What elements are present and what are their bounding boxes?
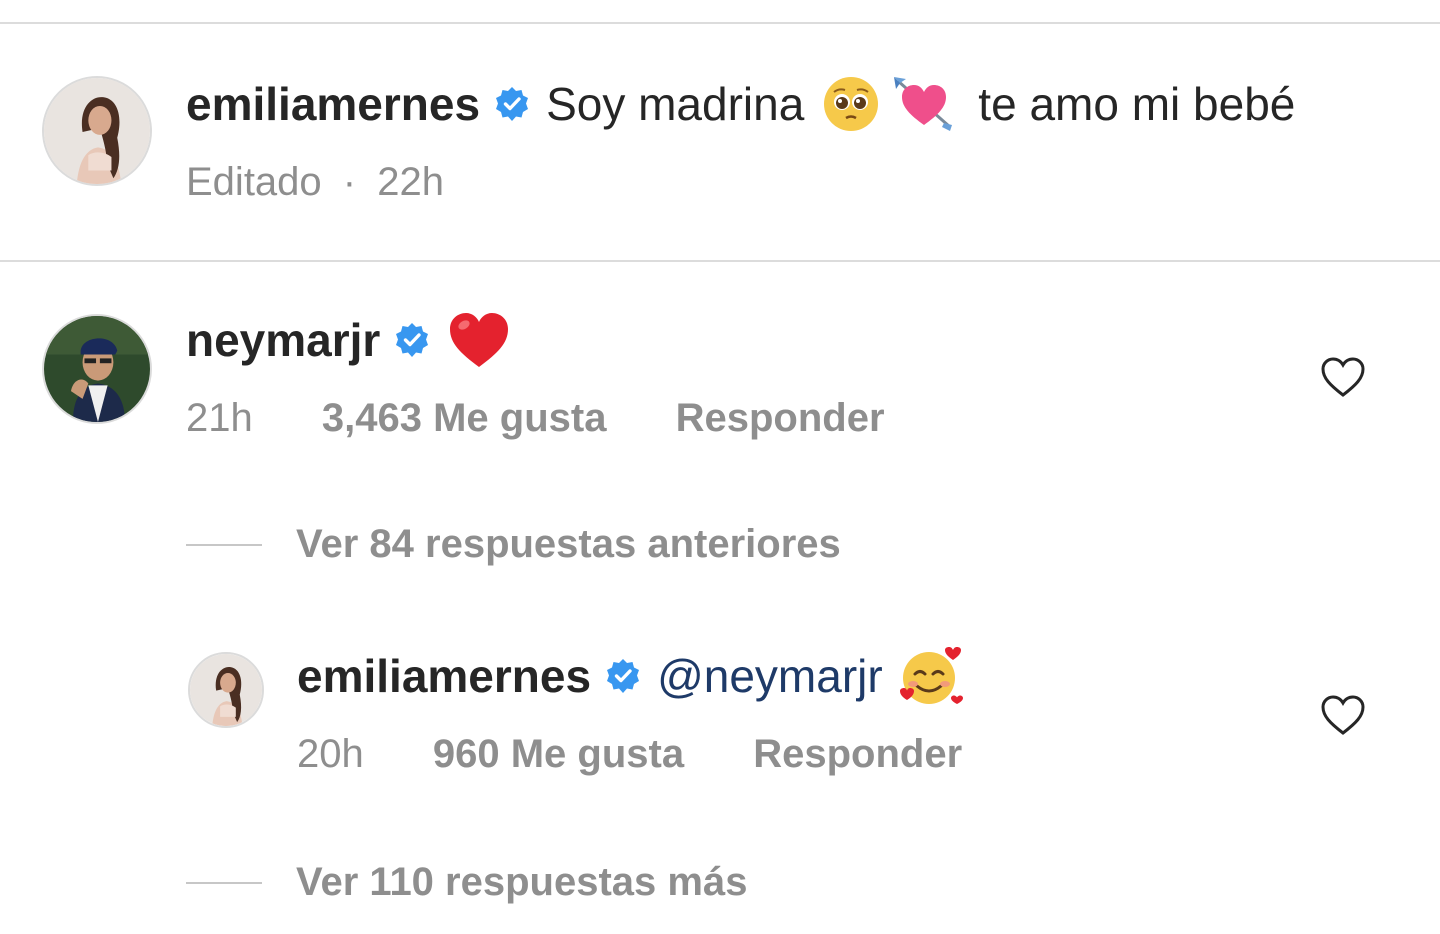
caption-time: 22h bbox=[377, 160, 444, 204]
view-more-replies[interactable]: Ver 110 respuestas más bbox=[186, 860, 747, 905]
verified-badge-icon bbox=[605, 658, 641, 694]
comment-likes[interactable]: 3,463 Me gusta bbox=[322, 396, 607, 441]
heart-outline-icon[interactable] bbox=[1320, 694, 1366, 736]
reply-likes[interactable]: 960 Me gusta bbox=[433, 732, 684, 777]
replies-dash bbox=[186, 543, 262, 546]
reply-reply-button[interactable]: Responder bbox=[753, 732, 962, 777]
view-previous-replies[interactable]: Ver 84 respuestas anteriores bbox=[186, 522, 841, 567]
reply-meta: 20h 960 Me gusta Responder bbox=[297, 732, 962, 777]
heart-outline-icon[interactable] bbox=[1320, 356, 1366, 398]
meta-separator: · bbox=[342, 160, 357, 204]
caption-username[interactable]: emiliamernes bbox=[186, 77, 480, 131]
reply-time: 20h bbox=[297, 732, 364, 776]
view-previous-replies-label: Ver 84 respuestas anteriores bbox=[296, 522, 841, 566]
smiling-face-with-hearts-emoji bbox=[899, 646, 963, 706]
reply-username[interactable]: emiliamernes bbox=[297, 649, 591, 703]
avatar-neymarjr[interactable] bbox=[42, 314, 152, 424]
view-more-replies-label: Ver 110 respuestas más bbox=[296, 860, 748, 904]
comment-username[interactable]: neymarjr bbox=[186, 313, 380, 367]
comment-reply-button[interactable]: Responder bbox=[676, 396, 885, 441]
caption-divider bbox=[0, 260, 1440, 262]
avatar-emiliamernes[interactable] bbox=[42, 76, 152, 186]
caption-text-before: Soy madrina bbox=[546, 78, 805, 130]
pleading-face-emoji bbox=[822, 75, 880, 133]
verified-badge-icon bbox=[494, 86, 530, 122]
heart-with-arrow-emoji bbox=[892, 75, 956, 133]
top-divider bbox=[0, 22, 1440, 24]
verified-badge-icon bbox=[394, 322, 430, 358]
comment-time: 21h bbox=[186, 396, 253, 440]
reply-mention-link[interactable]: @neymarjr bbox=[657, 649, 883, 703]
caption-text-after: te amo mi bebé bbox=[978, 78, 1296, 130]
edited-label: Editado bbox=[186, 160, 322, 204]
red-heart-emoji bbox=[448, 311, 510, 369]
replies-dash bbox=[186, 881, 262, 884]
caption-meta: Editado · 22h bbox=[186, 160, 444, 205]
comments-screen: emiliamernes Soy madrina te amo mi bebé … bbox=[0, 0, 1440, 934]
reply-line: emiliamernes @neymarjr bbox=[297, 646, 963, 706]
avatar-emiliamernes-reply[interactable] bbox=[188, 652, 264, 728]
caption-line: emiliamernes Soy madrina te amo mi bebé bbox=[186, 76, 1295, 132]
comment-meta: 21h 3,463 Me gusta Responder bbox=[186, 396, 885, 441]
comment-line: neymarjr bbox=[186, 312, 510, 368]
